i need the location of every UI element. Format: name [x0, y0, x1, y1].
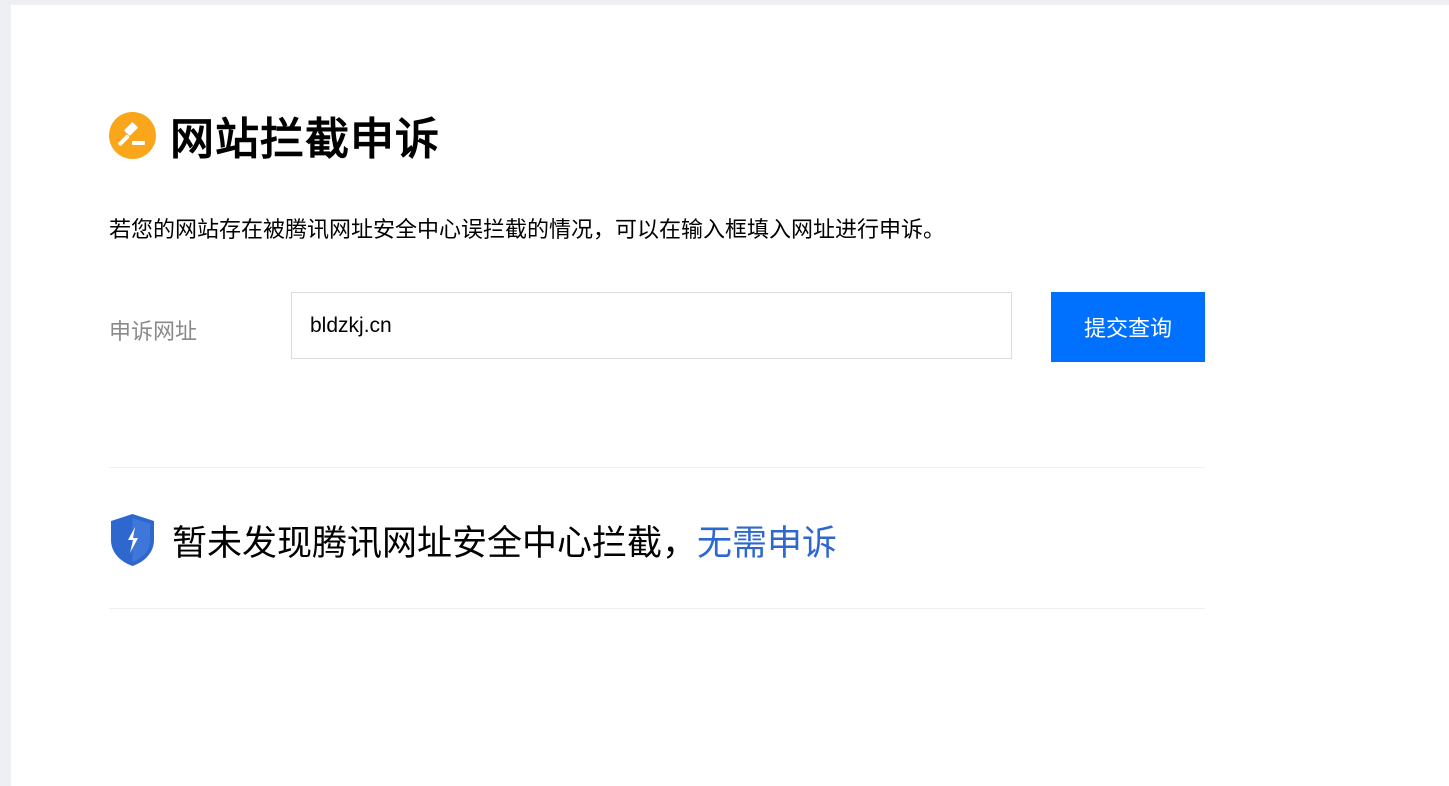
url-field-label: 申诉网址: [109, 320, 198, 345]
shield-icon: [109, 513, 156, 567]
divider: [109, 467, 1205, 468]
page: 网站拦截申诉 若您的网站存在被腾讯网址安全中心误拦截的情况，可以在输入框填入网址…: [11, 5, 1449, 786]
gavel-icon: [109, 111, 156, 159]
page-header: 网站拦截申诉: [109, 105, 440, 165]
no-appeal-needed-link[interactable]: 无需申诉: [697, 515, 837, 566]
divider: [109, 608, 1205, 609]
submit-query-button[interactable]: 提交查询: [1051, 292, 1205, 362]
result-text: 暂未发现腾讯网址安全中心拦截，: [172, 523, 698, 564]
result-message: 暂未发现腾讯网址安全中心拦截， 无需申诉: [109, 510, 837, 570]
appeal-form: 申诉网址 提交查询: [109, 292, 1205, 362]
page-title: 网站拦截申诉: [170, 114, 440, 165]
page-description: 若您的网站存在被腾讯网址安全中心误拦截的情况，可以在输入框填入网址进行申诉。: [109, 218, 946, 243]
url-input[interactable]: [291, 292, 1012, 359]
